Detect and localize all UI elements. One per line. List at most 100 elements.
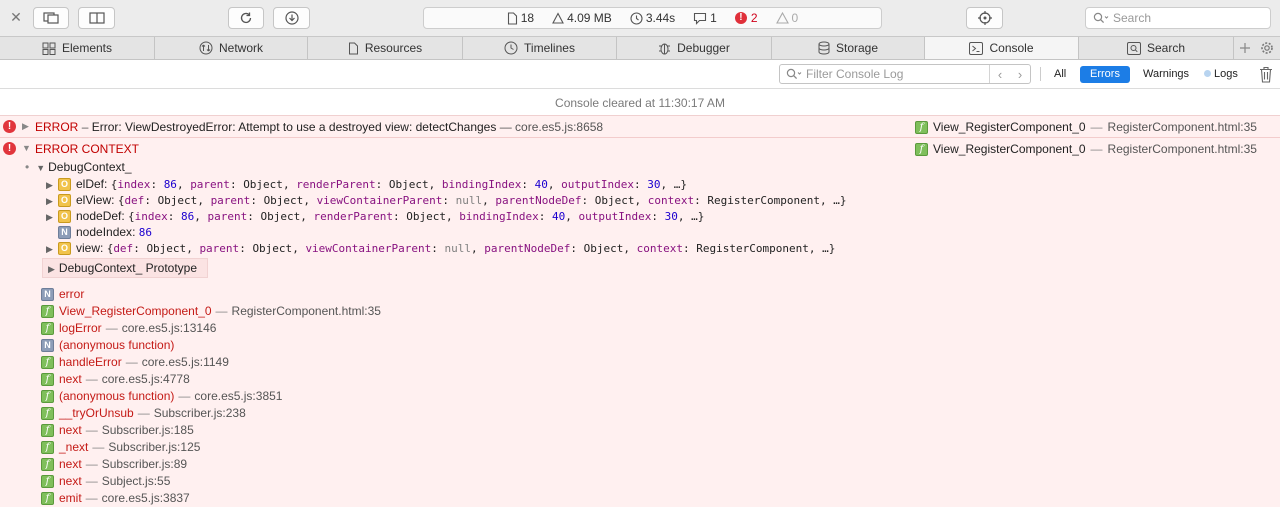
debugger-icon <box>659 43 671 55</box>
error-source-link[interactable]: f View_RegisterComponent_0 — RegisterCom… <box>915 120 1257 134</box>
disclosure-triangle-icon[interactable]: ▶ <box>46 193 58 209</box>
close-icon[interactable]: ✕ <box>8 9 24 25</box>
stack-frame[interactable]: f next — core.es5.js:4778 <box>41 371 381 388</box>
function-icon: f <box>41 390 54 404</box>
tab-debugger[interactable]: Debugger <box>617 37 772 59</box>
disclosure-triangle-icon[interactable]: ▶ <box>46 241 58 257</box>
function-icon: f <box>41 322 54 336</box>
stack-frame[interactable]: f View_RegisterComponent_0— RegisterCompon… <box>41 303 381 320</box>
clear-log-trash-icon[interactable] <box>1259 66 1275 84</box>
console-cleared-message: Console cleared at 11:30:17 AM <box>0 90 1280 116</box>
reload-button[interactable] <box>228 7 264 29</box>
filter-errors-button[interactable]: Errors <box>1080 66 1130 83</box>
function-icon: f <box>41 441 54 455</box>
stack-frame[interactable]: f logError — core.es5.js:13146 <box>41 320 381 337</box>
warning-count[interactable]: 0 <box>775 11 798 25</box>
disclosure-triangle-icon[interactable]: ▶ <box>48 264 55 274</box>
warning-icon <box>775 12 789 24</box>
error-message-row[interactable]: ! ▶ ERROR – Error: ViewDestroyedError: A… <box>0 116 1280 138</box>
property-elview[interactable]: ▶ OelView: {def: Object, parent: Object, … <box>46 192 846 208</box>
chevron-right-icon[interactable]: › <box>1010 65 1030 83</box>
tab-elements[interactable]: Elements <box>0 37 155 59</box>
tab-resources[interactable]: Resources <box>308 37 463 59</box>
tab-timelines[interactable]: Timelines <box>463 37 617 59</box>
tab-storage[interactable]: Storage <box>772 37 925 59</box>
disclosure-triangle-icon[interactable]: ▶ <box>46 209 58 225</box>
native-icon: N <box>41 339 54 353</box>
clock-icon <box>630 11 643 25</box>
error-icon: ! <box>3 142 16 155</box>
error-context-source-link[interactable]: f View_RegisterComponent_0 — RegisterCom… <box>915 142 1257 156</box>
object-icon: O <box>58 210 71 224</box>
disclosure-triangle-open-icon[interactable]: ▼ <box>22 143 31 153</box>
tab-console[interactable]: Console <box>925 37 1079 59</box>
dashboard[interactable]: 18 4.09 MB 3.44s 1 ! 2 0 <box>423 7 882 29</box>
tab-search[interactable]: Search <box>1079 37 1234 59</box>
filter-warnings-button[interactable]: Warnings <box>1137 66 1195 83</box>
error-text: ERROR – Error: ViewDestroyedError: Attem… <box>35 120 604 134</box>
filter-navigation: ‹ › <box>989 65 1030 83</box>
timelines-icon <box>504 41 518 55</box>
bullet-icon: • <box>25 160 30 174</box>
weight-icon <box>552 12 565 24</box>
download-button[interactable] <box>273 7 310 29</box>
message-icon <box>694 12 707 25</box>
log-count[interactable]: 1 <box>693 11 717 25</box>
stack-frame[interactable]: f _next — Subscriber.js:125 <box>41 439 381 456</box>
stack-frame[interactable]: f next — Subscriber.js:185 <box>41 422 381 439</box>
stack-frame[interactable]: N (anonymous function) <box>41 337 381 354</box>
function-icon: f <box>41 305 54 319</box>
detach-window-button[interactable] <box>33 7 69 29</box>
resource-size[interactable]: 4.09 MB <box>552 11 612 25</box>
stack-frame[interactable]: f next — Subscriber.js:89 <box>41 456 381 473</box>
tab-bar: Elements Network Resources Timelines Deb… <box>0 37 1280 60</box>
property-view[interactable]: ▶ Oview: {def: Object, parent: Object, vi… <box>46 240 835 256</box>
error-count[interactable]: ! 2 <box>734 11 758 25</box>
crosshair-icon <box>977 11 992 25</box>
filter-console-input[interactable]: Filter Console Log ‹ › <box>779 64 1031 84</box>
stack-frame[interactable]: Nerror <box>41 286 381 303</box>
property-eldef[interactable]: ▶ OelDef: {index: 86, parent: Object, ren… <box>46 176 687 192</box>
disclosure-triangle-icon[interactable]: ▶ <box>46 177 58 193</box>
resource-count[interactable]: 18 <box>507 11 534 25</box>
stack-frame[interactable]: f next — Subject.js:55 <box>41 473 381 490</box>
error-context-row[interactable]: ! ▼ ERROR CONTEXT f View_RegisterCompone… <box>0 138 1280 160</box>
property-nodedef[interactable]: ▶ OnodeDef: {index: 86, parent: Object, r… <box>46 208 704 224</box>
stack-frame[interactable]: f __tryOrUnsub — Subscriber.js:238 <box>41 405 381 422</box>
stack-frame[interactable]: f emit — core.es5.js:3837 <box>41 490 381 507</box>
toolbar-search-input[interactable]: Search <box>1085 7 1271 29</box>
function-icon: f <box>41 475 54 489</box>
stack-frame[interactable]: f handleError — core.es5.js:1149 <box>41 354 381 371</box>
debug-context-prototype[interactable]: ▶ DebugContext_ Prototype <box>42 258 209 278</box>
function-icon: f <box>41 492 54 506</box>
function-icon: f <box>41 356 54 370</box>
add-tab-icon[interactable] <box>1234 37 1256 59</box>
error-icon: ! <box>3 120 16 133</box>
logs-dot-icon <box>1204 70 1211 77</box>
debug-context-header[interactable]: • ▼ DebugContext_ <box>25 160 132 174</box>
function-icon: f <box>41 407 54 421</box>
filter-all-button[interactable]: All <box>1048 66 1072 83</box>
error-block: ! ▶ ERROR – Error: ViewDestroyedError: A… <box>0 116 1280 507</box>
detach-window-icon <box>43 12 59 24</box>
console-log: Console cleared at 11:30:17 AM ! ▶ ERROR… <box>0 90 1280 507</box>
number-icon: N <box>58 226 71 240</box>
disclosure-triangle-open-icon[interactable]: ▼ <box>36 163 45 173</box>
load-time[interactable]: 3.44s <box>630 11 675 25</box>
tab-network[interactable]: Network <box>155 37 308 59</box>
inspect-element-button[interactable] <box>966 7 1003 29</box>
filter-logs-button[interactable]: Logs <box>1198 66 1244 83</box>
object-icon: O <box>58 178 71 192</box>
disclosure-triangle-icon[interactable]: ▶ <box>22 121 29 132</box>
stack-frame[interactable]: f (anonymous function) — core.es5.js:3851 <box>41 388 381 405</box>
chevron-left-icon[interactable]: ‹ <box>990 65 1010 83</box>
property-nodeindex[interactable]: NnodeIndex: 86 <box>46 224 152 240</box>
dock-side-button[interactable] <box>78 7 115 29</box>
dock-side-icon <box>88 12 105 24</box>
function-icon: f <box>41 373 54 387</box>
network-icon <box>199 41 213 55</box>
settings-gear-icon[interactable] <box>1256 37 1278 59</box>
error-location-link[interactable]: core.es5.js:8658 <box>515 120 603 134</box>
function-icon: f <box>41 458 54 472</box>
console-icon <box>969 41 984 55</box>
